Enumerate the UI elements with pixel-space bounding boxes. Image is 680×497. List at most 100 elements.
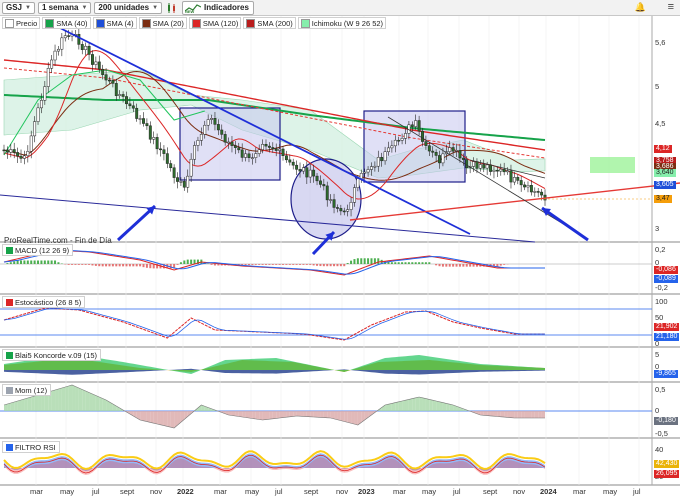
mom-area-segment [65, 386, 69, 411]
macd-histogram-bar [282, 264, 285, 265]
candle-body [271, 147, 275, 150]
mom-area-segment [483, 411, 488, 416]
macd-histogram-bar [149, 264, 152, 269]
macd-histogram-bar [254, 264, 257, 265]
candle-body [387, 147, 390, 152]
candle-body [135, 107, 139, 119]
mom-area-segment [140, 411, 144, 421]
time-axis-label: jul [92, 487, 100, 496]
macd-histogram-bar [390, 262, 393, 264]
candle-body [84, 45, 88, 50]
candle-body [155, 137, 159, 150]
macd-histogram-bar [407, 262, 410, 264]
indicators-button[interactable]: NEW Indicadores [182, 0, 254, 15]
blai-panel-title[interactable]: Blai5 Koncorde v.09 (15) [2, 349, 101, 361]
legend-item[interactable]: Ichimoku (W 9 26 52) [297, 17, 387, 29]
mom-tag-1: -0,180 [654, 417, 678, 425]
time-axis-label: may [603, 487, 618, 496]
macd-histogram-bar [37, 260, 40, 264]
legend-item[interactable]: Precio [2, 17, 41, 29]
stoch-panel-title[interactable]: Estocástico (26 8 5) [2, 296, 86, 308]
price-tag: 3,47 [654, 195, 672, 203]
macd-histogram-bar [54, 260, 57, 264]
mom-area-segment [313, 411, 318, 418]
candle-body [540, 191, 544, 196]
time-axis-label: jul [453, 487, 461, 496]
time-axis-label: mar [573, 487, 586, 496]
macd-histogram-bar [271, 264, 274, 265]
candlestick-icon[interactable] [165, 2, 179, 14]
legend-item[interactable]: SMA (200) [243, 17, 296, 29]
mom-area-segment [163, 411, 168, 427]
macd-histogram-bar [503, 264, 506, 265]
candle-body [199, 134, 203, 141]
stoch-d-line [3, 307, 545, 340]
legend-item[interactable]: SMA (120) [188, 17, 242, 29]
candle-body [19, 155, 23, 159]
macd-panel-title[interactable]: MACD (12 26 9) [2, 244, 74, 256]
units-selector[interactable]: 200 unidades ▼ [94, 1, 163, 14]
candle-body [441, 153, 445, 164]
legend-item[interactable]: SMA (4) [92, 17, 137, 29]
top-toolbar: GSJ ▼ 1 semana ▼ 200 unidades ▼ NEW Indi… [0, 0, 680, 16]
mom-swatch [6, 386, 13, 394]
macd-histogram-bar [360, 258, 363, 264]
price-axis-label: 5 [655, 82, 660, 91]
candle-body [162, 149, 166, 154]
macd-histogram-bar [247, 264, 250, 266]
candle-body [516, 177, 520, 181]
candle-body [176, 177, 179, 182]
candle-body [366, 169, 370, 173]
macd-histogram-bar [94, 264, 97, 266]
candle-body [499, 168, 503, 172]
candle-body [312, 169, 316, 177]
mom-area-segment [514, 411, 518, 418]
rsi-panel-title[interactable]: FILTRO RSI [2, 441, 60, 453]
mom-panel-title[interactable]: Mom (12) [2, 384, 52, 396]
timeframe-selector[interactable]: 1 semana ▼ [37, 1, 92, 14]
bell-icon[interactable]: 🔔 [635, 2, 646, 13]
mom-area-segment [405, 399, 409, 411]
candle-body [526, 185, 530, 188]
legend-item[interactable]: SMA (40) [42, 17, 91, 29]
macd-histogram-bar [190, 259, 193, 264]
macd-histogram-bar [20, 260, 23, 264]
candle-body [29, 135, 33, 152]
mom-area-segment [38, 394, 42, 411]
macd-histogram-bar [244, 264, 247, 266]
candle-body [91, 54, 94, 65]
candle-body [237, 147, 241, 151]
hamburger-menu-icon[interactable]: ≡ [668, 1, 674, 13]
macd-histogram-bar [183, 260, 186, 264]
mom-area-segment [487, 411, 491, 416]
candle-body [356, 178, 360, 188]
mom-area-segment [490, 411, 494, 417]
macd-histogram-bar [292, 264, 295, 265]
ichimoku-cloud-projection [590, 157, 635, 173]
time-axis-label: 2023 [358, 487, 375, 496]
legend-item[interactable]: SMA (20) [138, 17, 187, 29]
macd-histogram-bar [452, 264, 455, 267]
candle-body [478, 164, 482, 169]
candle-body [138, 118, 142, 120]
macd-histogram-bar [302, 264, 305, 265]
macd-histogram-bar [299, 264, 302, 265]
macd-histogram-bar [285, 264, 288, 265]
chart-surface[interactable] [0, 0, 680, 497]
macd-histogram-bar [13, 261, 16, 264]
candle-body [512, 177, 516, 183]
macd-histogram-bar [122, 264, 125, 267]
candle-body [148, 125, 152, 140]
mom-area-segment [68, 385, 73, 411]
mom-area-segment [276, 411, 280, 419]
macd-histogram-bar [125, 264, 128, 267]
price-tag: 3,640 [654, 169, 676, 177]
mom-area-segment [252, 411, 256, 419]
mom-area-segment [402, 400, 406, 411]
candle-body [152, 137, 156, 140]
candle-body [353, 187, 356, 203]
macd-histogram-bar [101, 264, 104, 267]
candle-body [165, 153, 169, 164]
symbol-selector[interactable]: GSJ ▼ [2, 1, 35, 14]
candle-body [329, 199, 333, 201]
